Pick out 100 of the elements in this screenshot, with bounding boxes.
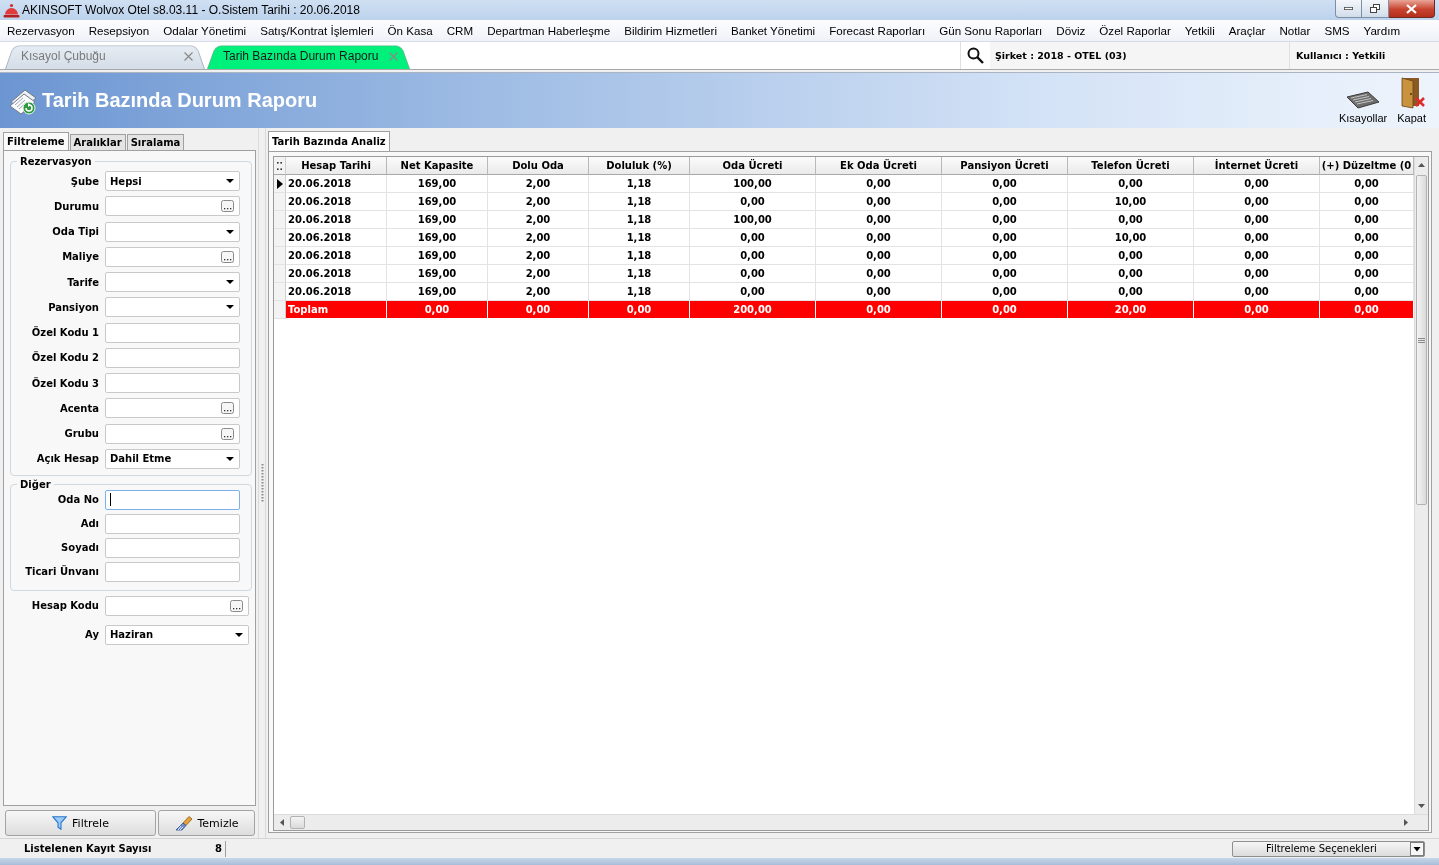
dropdown[interactable]	[105, 221, 240, 242]
menu-item[interactable]: Ön Kasa	[380, 24, 440, 37]
table-cell: 0,00	[942, 229, 1068, 247]
menu-item[interactable]: Rezervasyon	[0, 24, 82, 37]
ellipsis-icon[interactable]	[221, 200, 234, 213]
ellipsis-icon[interactable]	[221, 402, 234, 415]
text-field[interactable]	[105, 513, 240, 534]
dropdown[interactable]: Haziran	[105, 624, 249, 645]
restore-button[interactable]	[1362, 0, 1389, 18]
text-field[interactable]	[105, 537, 240, 558]
column-header[interactable]: Dolu Oda	[488, 157, 589, 175]
row-selector[interactable]	[274, 175, 286, 193]
funnel-icon	[52, 816, 68, 830]
menu-item[interactable]: Forecast Raporları	[822, 24, 933, 37]
text-field[interactable]	[105, 489, 240, 510]
dropdown[interactable]	[105, 297, 240, 318]
field-label: Ay	[84, 629, 99, 641]
table-cell: 2,00	[488, 211, 589, 229]
lookup-field[interactable]	[105, 423, 240, 444]
scrollbar-thumb[interactable]	[1416, 175, 1427, 505]
toolbar-button[interactable]: Kısayollar	[1335, 77, 1391, 128]
table-cell: 20.06.2018	[286, 247, 387, 265]
column-header[interactable]: Net Kapasite	[387, 157, 488, 175]
dropdown[interactable]: Dahil Etme	[105, 448, 240, 469]
table-cell: 0,00	[1068, 175, 1194, 193]
table-cell: 100,00	[690, 211, 816, 229]
grip-icon	[260, 464, 264, 502]
grip-icon	[1418, 337, 1425, 343]
column-header[interactable]: İnternet Ücreti	[1194, 157, 1320, 175]
status-label: Listelenen Kayıt Sayısı	[23, 843, 153, 854]
column-header[interactable]: (+) Düzeltme (0	[1320, 157, 1414, 175]
minimize-button[interactable]	[1335, 0, 1362, 18]
column-header[interactable]: Ek Oda Ücreti	[816, 157, 942, 175]
panel-tab[interactable]: Sıralama	[126, 134, 185, 150]
menu-item[interactable]: Döviz	[1049, 24, 1093, 37]
column-header[interactable]: Hesap Tarihi	[286, 157, 387, 175]
search-icon	[967, 47, 984, 64]
vertical-scrollbar[interactable]	[1414, 157, 1428, 814]
horizontal-scrollbar[interactable]	[274, 814, 1414, 830]
menu-item[interactable]: Banket Yönetimi	[723, 24, 823, 37]
table-cell: 20.06.2018	[286, 175, 387, 193]
panel-tab[interactable]: Aralıklar	[69, 134, 126, 150]
scrollbar-thumb[interactable]	[290, 816, 305, 829]
column-header[interactable]: Doluluk (%)	[589, 157, 690, 175]
menu-item[interactable]: Odalar Yönetimi	[156, 24, 254, 37]
column-header[interactable]: Telefon Ücreti	[1068, 157, 1194, 175]
dropdown[interactable]: Hepsi	[105, 171, 240, 191]
menu-item[interactable]: CRM	[439, 24, 481, 37]
table-cell: 0,00	[816, 229, 942, 247]
action-button[interactable]: Temizle	[158, 810, 255, 836]
caret-icon	[1410, 841, 1424, 856]
splitter[interactable]	[258, 128, 266, 838]
menu-item[interactable]: Notlar	[1272, 24, 1318, 37]
menu-item[interactable]: Özel Raporlar	[1092, 24, 1178, 37]
table-cell: 0,00	[690, 265, 816, 283]
close-icon[interactable]	[389, 51, 398, 61]
field-label: Oda Tipi	[51, 226, 99, 238]
text-field[interactable]	[105, 322, 240, 343]
ellipsis-icon[interactable]	[230, 599, 243, 612]
document-tab[interactable]: Kısayol Çubuğu	[5, 43, 205, 69]
table-cell: 0,00	[942, 265, 1068, 283]
toolbar-button[interactable]: Kapat	[1394, 77, 1429, 128]
column-header[interactable]: Oda Ücreti	[690, 157, 816, 175]
lookup-field[interactable]	[105, 196, 240, 217]
menu-item[interactable]: Gün Sonu Raporları	[932, 24, 1050, 37]
lookup-field[interactable]	[105, 246, 240, 267]
text-field[interactable]	[105, 347, 240, 368]
table-cell: 20.06.2018	[286, 193, 387, 211]
table-cell: 169,00	[387, 193, 488, 211]
menu-item[interactable]: Yardım	[1356, 24, 1408, 37]
lookup-field[interactable]	[105, 398, 240, 419]
document-tab[interactable]: Tarih Bazında Durum Raporu	[207, 43, 410, 69]
menu-item[interactable]: Satış/Kontrat İşlemleri	[253, 24, 381, 37]
dropdown[interactable]	[105, 272, 240, 293]
close-icon[interactable]	[184, 51, 193, 61]
text-field[interactable]	[105, 561, 240, 582]
report-tab[interactable]: Tarih Bazında Analiz	[268, 131, 390, 151]
bell-icon	[3, 2, 20, 18]
ellipsis-icon[interactable]	[221, 250, 234, 263]
ellipsis-icon[interactable]	[221, 427, 234, 440]
menu-item[interactable]: Bildirim Hizmetleri	[617, 24, 724, 37]
menu-item[interactable]: SMS	[1317, 24, 1357, 37]
text-field[interactable]	[105, 373, 240, 394]
row-pointer-icon	[276, 178, 283, 189]
menu-item[interactable]: Yetkili	[1177, 24, 1222, 37]
column-header[interactable]: Pansiyon Ücreti	[942, 157, 1068, 175]
action-button[interactable]: Filtrele	[5, 810, 156, 836]
restore-icon	[1370, 4, 1380, 13]
table-cell: 0,00	[942, 247, 1068, 265]
menu-item[interactable]: Departman Haberleşme	[480, 24, 618, 37]
grid-corner[interactable]	[274, 157, 286, 175]
menu-item[interactable]: Araçlar	[1221, 24, 1273, 37]
lookup-field[interactable]	[105, 595, 249, 616]
panel-tab[interactable]: Filtreleme	[3, 132, 69, 150]
table-cell: 2,00	[488, 193, 589, 211]
menu-item[interactable]: Resepsiyon	[81, 24, 157, 37]
close-button[interactable]	[1389, 0, 1435, 18]
field-label: Soyadı	[60, 542, 99, 554]
record-count: 8	[196, 840, 226, 857]
options-dropdown[interactable]: Filtreleme Seçenekleri	[1232, 840, 1425, 857]
